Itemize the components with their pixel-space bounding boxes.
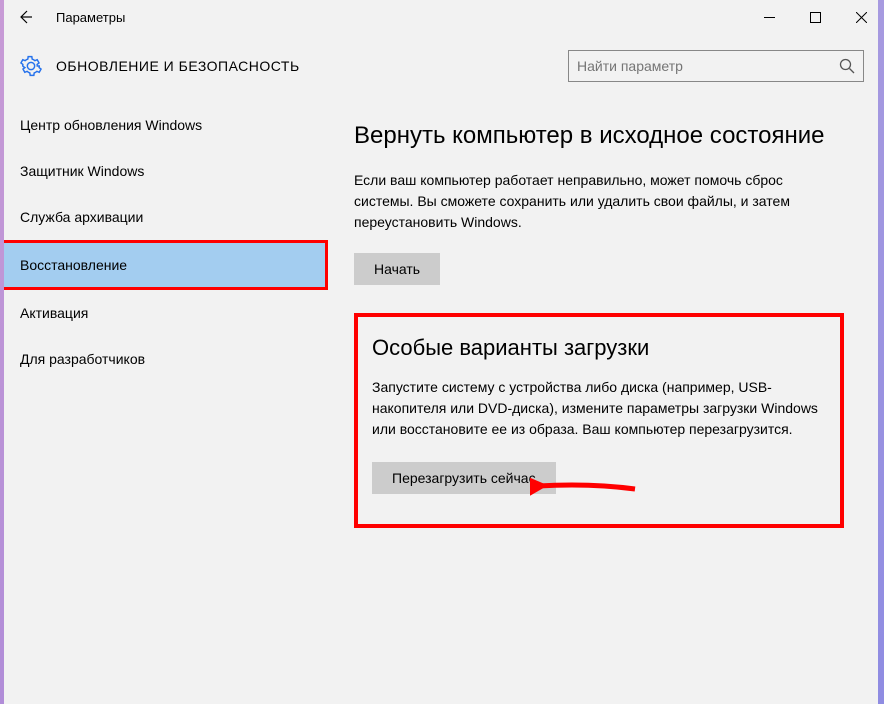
- highlight-recovery: Восстановление: [0, 240, 328, 290]
- header-left: ОБНОВЛЕНИЕ И БЕЗОПАСНОСТЬ: [20, 55, 568, 77]
- window-right-edge: [878, 0, 884, 704]
- window-left-edge: [0, 0, 4, 704]
- advanced-heading: Особые варианты загрузки: [372, 335, 826, 361]
- search-input[interactable]: [577, 58, 839, 74]
- sidebar-item-label: Центр обновления Windows: [20, 117, 202, 133]
- main: Вернуть компьютер в исходное состояние Е…: [328, 102, 884, 696]
- sidebar: Центр обновления Windows Защитник Window…: [0, 102, 328, 696]
- maximize-icon: [810, 12, 821, 23]
- sidebar-item-windows-update[interactable]: Центр обновления Windows: [0, 102, 328, 148]
- sidebar-item-recovery[interactable]: Восстановление: [3, 243, 325, 287]
- minimize-icon: [764, 12, 775, 23]
- gear-icon: [20, 55, 42, 77]
- sidebar-item-label: Активация: [20, 305, 88, 321]
- advanced-body: Запустите систему с устройства либо диск…: [372, 377, 826, 440]
- restart-now-button[interactable]: Перезагрузить сейчас: [372, 462, 556, 494]
- sidebar-item-label: Для разработчиков: [20, 351, 145, 367]
- close-icon: [856, 12, 867, 23]
- reset-start-button[interactable]: Начать: [354, 253, 440, 285]
- sidebar-item-defender[interactable]: Защитник Windows: [0, 148, 328, 194]
- reset-heading: Вернуть компьютер в исходное состояние: [354, 120, 844, 152]
- search-icon: [839, 58, 855, 74]
- search-box[interactable]: [568, 50, 864, 82]
- back-arrow-icon: [17, 9, 33, 25]
- section-reset: Вернуть компьютер в исходное состояние Е…: [354, 120, 844, 285]
- sidebar-item-label: Служба архивации: [20, 209, 143, 225]
- window-controls: [746, 0, 884, 34]
- sidebar-item-backup[interactable]: Служба архивации: [0, 194, 328, 240]
- sidebar-item-label: Защитник Windows: [20, 163, 144, 179]
- sidebar-item-activation[interactable]: Активация: [0, 290, 328, 336]
- maximize-button[interactable]: [792, 0, 838, 34]
- section-advanced-startup: Особые варианты загрузки Запустите систе…: [354, 313, 844, 528]
- sidebar-item-developers[interactable]: Для разработчиков: [0, 336, 328, 382]
- minimize-button[interactable]: [746, 0, 792, 34]
- window-title: Параметры: [56, 10, 746, 25]
- section-title: ОБНОВЛЕНИЕ И БЕЗОПАСНОСТЬ: [56, 58, 300, 74]
- titlebar: Параметры: [0, 0, 884, 34]
- reset-body: Если ваш компьютер работает неправильно,…: [354, 170, 844, 233]
- sidebar-item-label: Восстановление: [20, 257, 127, 273]
- header: ОБНОВЛЕНИЕ И БЕЗОПАСНОСТЬ: [0, 34, 884, 102]
- content: Центр обновления Windows Защитник Window…: [0, 102, 884, 696]
- back-button[interactable]: [0, 0, 50, 34]
